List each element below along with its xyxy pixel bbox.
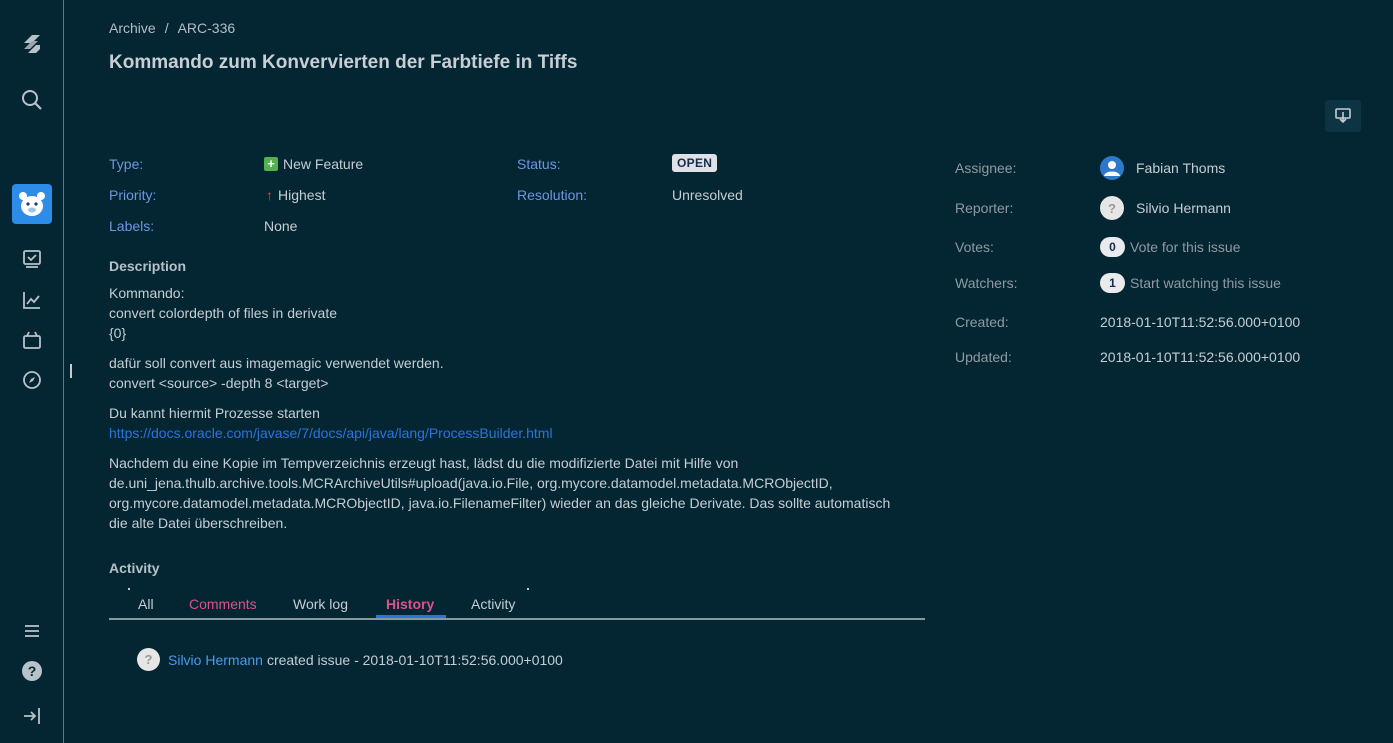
priority-value-text: Highest xyxy=(278,187,326,203)
avatar: ? xyxy=(1100,196,1124,220)
avatar: ? xyxy=(137,648,160,671)
description-line: org.mycore.datamodel.metadata.MCRObjectI… xyxy=(109,495,891,511)
tab-comments[interactable]: Comments xyxy=(189,596,257,612)
description-line: die alte Datei überschreiben. xyxy=(109,515,288,531)
sidebar-resize-handle[interactable] xyxy=(70,364,72,378)
assignee-label: Assignee: xyxy=(955,160,1017,176)
description-paragraph-3: Du kannt hiermit Prozesse starten https:… xyxy=(109,403,929,443)
assignee-value[interactable]: Fabian Thoms xyxy=(1100,156,1225,180)
watchers-value: 1 Start watching this issue xyxy=(1100,273,1281,293)
description-line: dafür soll convert aus imagemagic verwen… xyxy=(109,355,444,371)
labels-label: Labels: xyxy=(109,218,155,234)
description-line: Du kannt hiermit Prozesse starten xyxy=(109,405,320,421)
status-lozenge: OPEN xyxy=(672,154,718,172)
watchers-count-badge: 1 xyxy=(1100,273,1125,293)
export-icon xyxy=(1335,108,1351,124)
tab-activity[interactable]: Activity xyxy=(471,596,515,612)
breadcrumb-separator: / xyxy=(164,20,169,36)
watchers-label: Watchers: xyxy=(955,275,1018,291)
type-label: Type: xyxy=(109,156,144,172)
assignee-name: Fabian Thoms xyxy=(1136,160,1226,176)
vote-link[interactable]: Vote for this issue xyxy=(1130,239,1241,255)
votes-count-badge: 0 xyxy=(1100,237,1125,257)
avatar xyxy=(1100,156,1124,180)
new-feature-icon: + xyxy=(264,157,278,171)
active-tab-indicator xyxy=(376,615,446,618)
help-icon[interactable]: ? xyxy=(16,655,48,687)
activity-tabs: All Comments Work log History Activity xyxy=(109,592,925,620)
type-value-text: New Feature xyxy=(283,156,364,172)
description-paragraph-4: Nachdem du eine Kopie im Tempverzeichnis… xyxy=(109,453,929,533)
activity-heading: Activity xyxy=(109,560,160,576)
description-line: convert colordepth of files in derivate xyxy=(109,305,338,321)
breadcrumb-project[interactable]: Archive xyxy=(109,20,156,36)
created-value: 2018-01-10T11:52:56.000+0100 xyxy=(1100,314,1301,330)
processbuilder-link[interactable]: https://docs.oracle.com/javase/7/docs/ap… xyxy=(109,425,553,441)
updated-value: 2018-01-10T11:52:56.000+0100 xyxy=(1100,349,1301,365)
labels-value: None xyxy=(264,218,298,234)
releases-icon[interactable] xyxy=(16,324,48,356)
reporter-name: Silvio Hermann xyxy=(1136,200,1231,216)
priority-value: ↑ Highest xyxy=(266,187,325,203)
description-line: Kommando: xyxy=(109,285,185,301)
svg-text:?: ? xyxy=(28,663,37,679)
global-sidebar: ? xyxy=(0,0,64,743)
history-entry: ? Silvio Hermann created issue - 2018-01… xyxy=(137,648,563,671)
reporter-value[interactable]: ? Silvio Hermann xyxy=(1100,196,1231,220)
status-value: OPEN xyxy=(672,154,718,172)
tab-divider xyxy=(527,588,529,590)
jira-logo-icon[interactable] xyxy=(16,27,48,59)
description-line: Nachdem du eine Kopie im Tempverzeichnis… xyxy=(109,455,739,471)
tab-history[interactable]: History xyxy=(386,596,434,612)
description-line: convert <source> -depth 8 <target> xyxy=(109,375,329,391)
votes-value: 0 Vote for this issue xyxy=(1100,237,1241,257)
status-label: Status: xyxy=(517,156,561,172)
history-text: created issue - 2018-01-10T11:52:56.000+… xyxy=(266,651,563,668)
watch-link[interactable]: Start watching this issue xyxy=(1130,275,1281,291)
description-line: {0} xyxy=(109,325,127,341)
menu-icon[interactable] xyxy=(16,615,48,647)
description-heading: Description xyxy=(109,258,187,274)
logout-icon[interactable] xyxy=(16,700,48,732)
tab-work-log[interactable]: Work log xyxy=(293,596,348,612)
tab-divider xyxy=(128,588,130,590)
board-icon[interactable] xyxy=(16,243,48,275)
priority-label: Priority: xyxy=(109,187,157,203)
tab-all[interactable]: All xyxy=(138,596,154,612)
project-avatar-icon[interactable] xyxy=(12,184,52,224)
type-value: + New Feature xyxy=(264,156,363,172)
page-title: Kommando zum Konvervierten der Farbtiefe… xyxy=(109,52,578,73)
history-user-link[interactable]: Silvio Hermann xyxy=(168,652,263,668)
votes-label: Votes: xyxy=(955,239,994,255)
resolution-value: Unresolved xyxy=(672,187,743,203)
arrow-up-icon: ↑ xyxy=(266,187,273,203)
compass-icon[interactable] xyxy=(16,364,48,396)
description-paragraph-1: Kommando: convert colordepth of files in… xyxy=(109,283,929,343)
reports-icon[interactable] xyxy=(16,284,48,316)
search-icon[interactable] xyxy=(16,84,48,116)
description-paragraph-2: dafür soll convert aus imagemagic verwen… xyxy=(109,353,929,393)
resolution-label: Resolution: xyxy=(517,187,588,203)
updated-label: Updated: xyxy=(955,349,1012,365)
reporter-label: Reporter: xyxy=(955,200,1014,216)
breadcrumb-issue-key[interactable]: ARC-336 xyxy=(178,20,236,36)
export-button[interactable] xyxy=(1325,100,1361,132)
created-label: Created: xyxy=(955,314,1009,330)
breadcrumb: Archive / ARC-336 xyxy=(109,20,235,36)
description-line: de.uni_jena.thulb.archive.tools.MCRArchi… xyxy=(109,475,833,491)
